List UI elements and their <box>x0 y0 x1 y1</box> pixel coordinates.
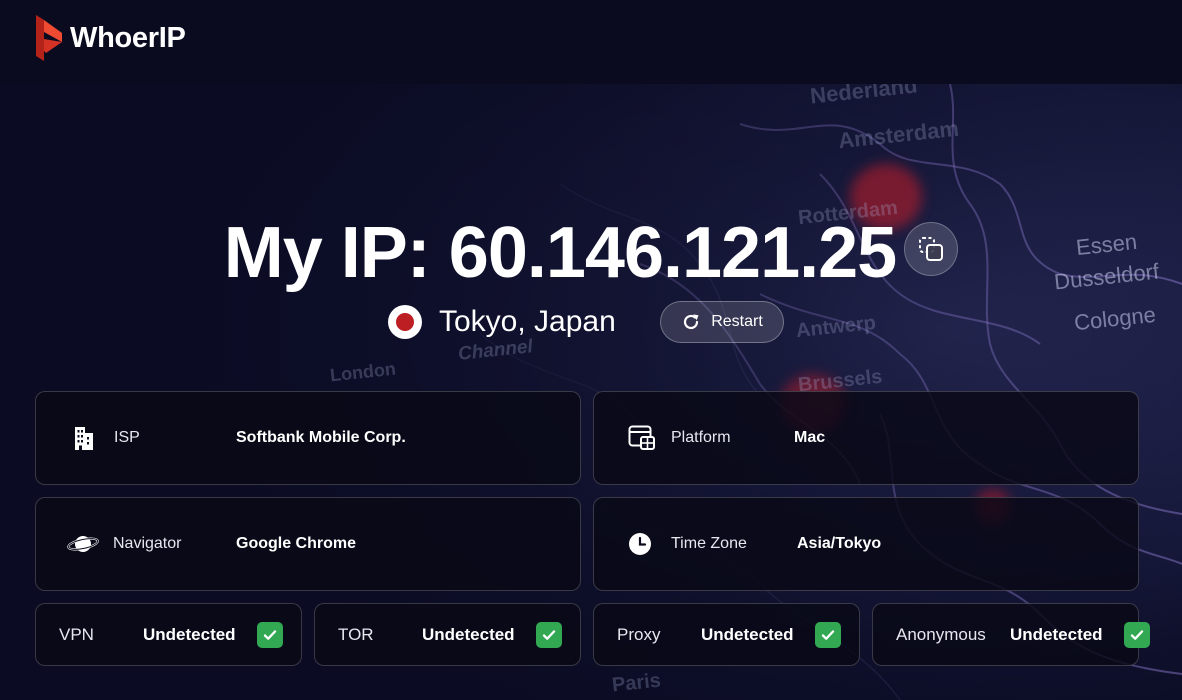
anonymous-card: Anonymous Undetected <box>872 603 1150 666</box>
proxy-value: Undetected <box>701 624 794 644</box>
vpn-label: VPN <box>59 624 94 644</box>
japan-flag-icon <box>388 305 422 339</box>
isp-value: Softbank Mobile Corp. <box>236 429 406 446</box>
proxy-card: Proxy Undetected <box>593 603 860 666</box>
navigator-value: Google Chrome <box>236 535 357 552</box>
anonymous-label: Anonymous <box>896 624 986 644</box>
anonymous-value: Undetected <box>1010 624 1103 644</box>
header: WhoerIP <box>0 0 1182 84</box>
check-icon <box>815 621 841 648</box>
refresh-icon <box>684 314 699 330</box>
copy-ip-button[interactable] <box>904 222 958 276</box>
navigator-label: Navigator <box>113 535 182 552</box>
tor-card: TOR Undetected <box>314 603 581 666</box>
logo-text: WhoerIP <box>70 21 186 54</box>
vpn-value: Undetected <box>143 624 236 644</box>
timezone-value: Asia/Tokyo <box>797 535 882 552</box>
check-icon <box>1124 621 1150 648</box>
tor-value: Undetected <box>422 624 515 644</box>
copy-icon <box>919 237 943 261</box>
clock-icon <box>629 533 651 555</box>
vpn-card: VPN Undetected <box>35 603 302 666</box>
logo-icon <box>36 15 62 61</box>
building-icon <box>75 427 93 450</box>
restart-button[interactable]: Restart <box>660 301 784 343</box>
logo[interactable]: WhoerIP <box>34 14 186 62</box>
isp-label: ISP <box>114 429 140 446</box>
navigator-card: Navigator Google Chrome <box>35 497 581 591</box>
platform-label: Platform <box>671 429 731 446</box>
tor-label: TOR <box>338 624 374 644</box>
platform-icon <box>628 425 655 450</box>
timezone-card: Time Zone Asia/Tokyo <box>593 497 1139 591</box>
restart-label: Restart <box>711 313 763 330</box>
proxy-label: Proxy <box>617 624 661 644</box>
location: Tokyo, Japan <box>388 300 616 344</box>
location-text: Tokyo, Japan <box>439 305 616 338</box>
check-icon <box>257 621 283 648</box>
platform-value: Mac <box>794 429 826 446</box>
timezone-label: Time Zone <box>671 535 747 552</box>
isp-card: ISP Softbank Mobile Corp. <box>35 391 581 485</box>
check-icon <box>536 621 562 648</box>
planet-icon <box>67 536 99 552</box>
platform-card: Platform Mac <box>593 391 1139 485</box>
